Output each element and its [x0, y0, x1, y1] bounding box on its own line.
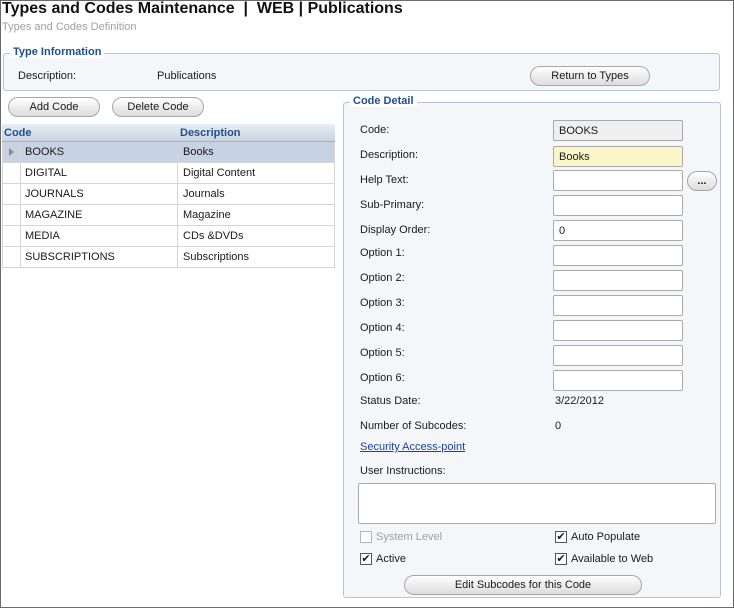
sub-primary-label: Sub-Primary: — [360, 199, 425, 211]
row-description: Digital Content — [183, 167, 256, 179]
row-code: BOOKS — [25, 146, 65, 158]
sub-primary-field[interactable] — [553, 195, 683, 216]
table-row[interactable]: MAGAZINE Magazine — [2, 205, 335, 226]
status-date-label: Status Date: — [360, 395, 421, 407]
column-header-description[interactable]: Description — [180, 127, 241, 139]
column-header-code[interactable]: Code — [4, 127, 32, 139]
option3-label: Option 3: — [360, 297, 405, 309]
edit-subcodes-button[interactable]: Edit Subcodes for this Code — [404, 575, 642, 595]
display-order-label: Display Order: — [360, 224, 431, 236]
table-row[interactable]: DIGITAL Digital Content — [2, 163, 335, 184]
active-label: Active — [376, 553, 406, 565]
row-selector-icon — [9, 148, 14, 156]
option5-field[interactable] — [553, 345, 683, 366]
row-description: Magazine — [183, 209, 231, 221]
auto-populate-label: Auto Populate — [571, 531, 641, 543]
number-of-subcodes-label: Number of Subcodes: — [360, 420, 467, 432]
option6-label: Option 6: — [360, 372, 405, 384]
add-code-button[interactable]: Add Code — [8, 97, 100, 117]
option5-label: Option 5: — [360, 347, 405, 359]
option4-field[interactable] — [553, 320, 683, 341]
row-code: MAGAZINE — [25, 209, 83, 221]
system-level-label: System Level — [376, 531, 443, 543]
grid-divider — [177, 142, 178, 268]
page-title: Types and Codes Maintenance | WEB | Publ… — [2, 0, 403, 17]
table-row[interactable]: BOOKS Books — [2, 142, 335, 163]
option1-field[interactable] — [553, 245, 683, 266]
page-subtitle: Types and Codes Definition — [2, 21, 137, 33]
option6-field[interactable] — [553, 370, 683, 391]
auto-populate-checkbox[interactable]: ✔ — [555, 531, 567, 543]
available-to-web-checkbox[interactable]: ✔ — [555, 553, 567, 565]
number-of-subcodes-value: 0 — [555, 420, 562, 432]
security-access-point-link[interactable]: Security Access-point — [360, 441, 465, 453]
row-description: Books — [183, 146, 214, 158]
row-code: SUBSCRIPTIONS — [25, 251, 115, 263]
delete-code-button[interactable]: Delete Code — [112, 97, 204, 117]
description-field[interactable]: Books — [553, 146, 683, 167]
code-field[interactable]: BOOKS — [553, 120, 683, 141]
status-date-value: 3/22/2012 — [555, 395, 604, 407]
option2-field[interactable] — [553, 270, 683, 291]
code-label: Code: — [360, 124, 390, 136]
type-information-legend: Type Information — [10, 46, 105, 58]
return-to-types-button[interactable]: Return to Types — [530, 66, 650, 86]
user-instructions-label: User Instructions: — [360, 465, 446, 477]
active-checkbox[interactable]: ✔ — [360, 553, 372, 565]
user-instructions-field[interactable] — [358, 483, 716, 524]
type-description-label: Description: — [18, 70, 77, 82]
row-code: DIGITAL — [25, 167, 67, 179]
table-row[interactable]: MEDIA CDs &DVDs — [2, 226, 335, 247]
codes-grid: Code Description BOOKS Books DIGITAL Dig… — [2, 124, 335, 268]
help-text-field[interactable] — [553, 170, 683, 191]
option3-field[interactable] — [553, 295, 683, 316]
table-row[interactable]: SUBSCRIPTIONS Subscriptions — [2, 247, 335, 268]
code-detail-panel: Code Detail Code: BOOKS Description: Boo… — [343, 95, 721, 598]
row-description: Journals — [183, 188, 225, 200]
row-description: Subscriptions — [183, 251, 250, 263]
row-description: CDs &DVDs — [183, 230, 244, 242]
option1-label: Option 1: — [360, 247, 405, 259]
display-order-field[interactable]: 0 — [553, 220, 683, 241]
available-to-web-label: Available to Web — [571, 553, 654, 565]
type-description-value: Publications — [157, 70, 217, 82]
help-text-ellipsis-button[interactable]: ... — [687, 171, 717, 191]
code-detail-legend: Code Detail — [350, 95, 417, 107]
grid-divider — [20, 142, 21, 268]
system-level-checkbox[interactable] — [360, 531, 372, 543]
row-code: MEDIA — [25, 230, 60, 242]
help-text-label: Help Text: — [360, 174, 409, 186]
description-label: Description: — [360, 149, 419, 161]
option4-label: Option 4: — [360, 322, 405, 334]
option2-label: Option 2: — [360, 272, 405, 284]
table-row[interactable]: JOURNALS Journals — [2, 184, 335, 205]
row-code: JOURNALS — [25, 188, 84, 200]
grid-header: Code Description — [2, 124, 335, 142]
